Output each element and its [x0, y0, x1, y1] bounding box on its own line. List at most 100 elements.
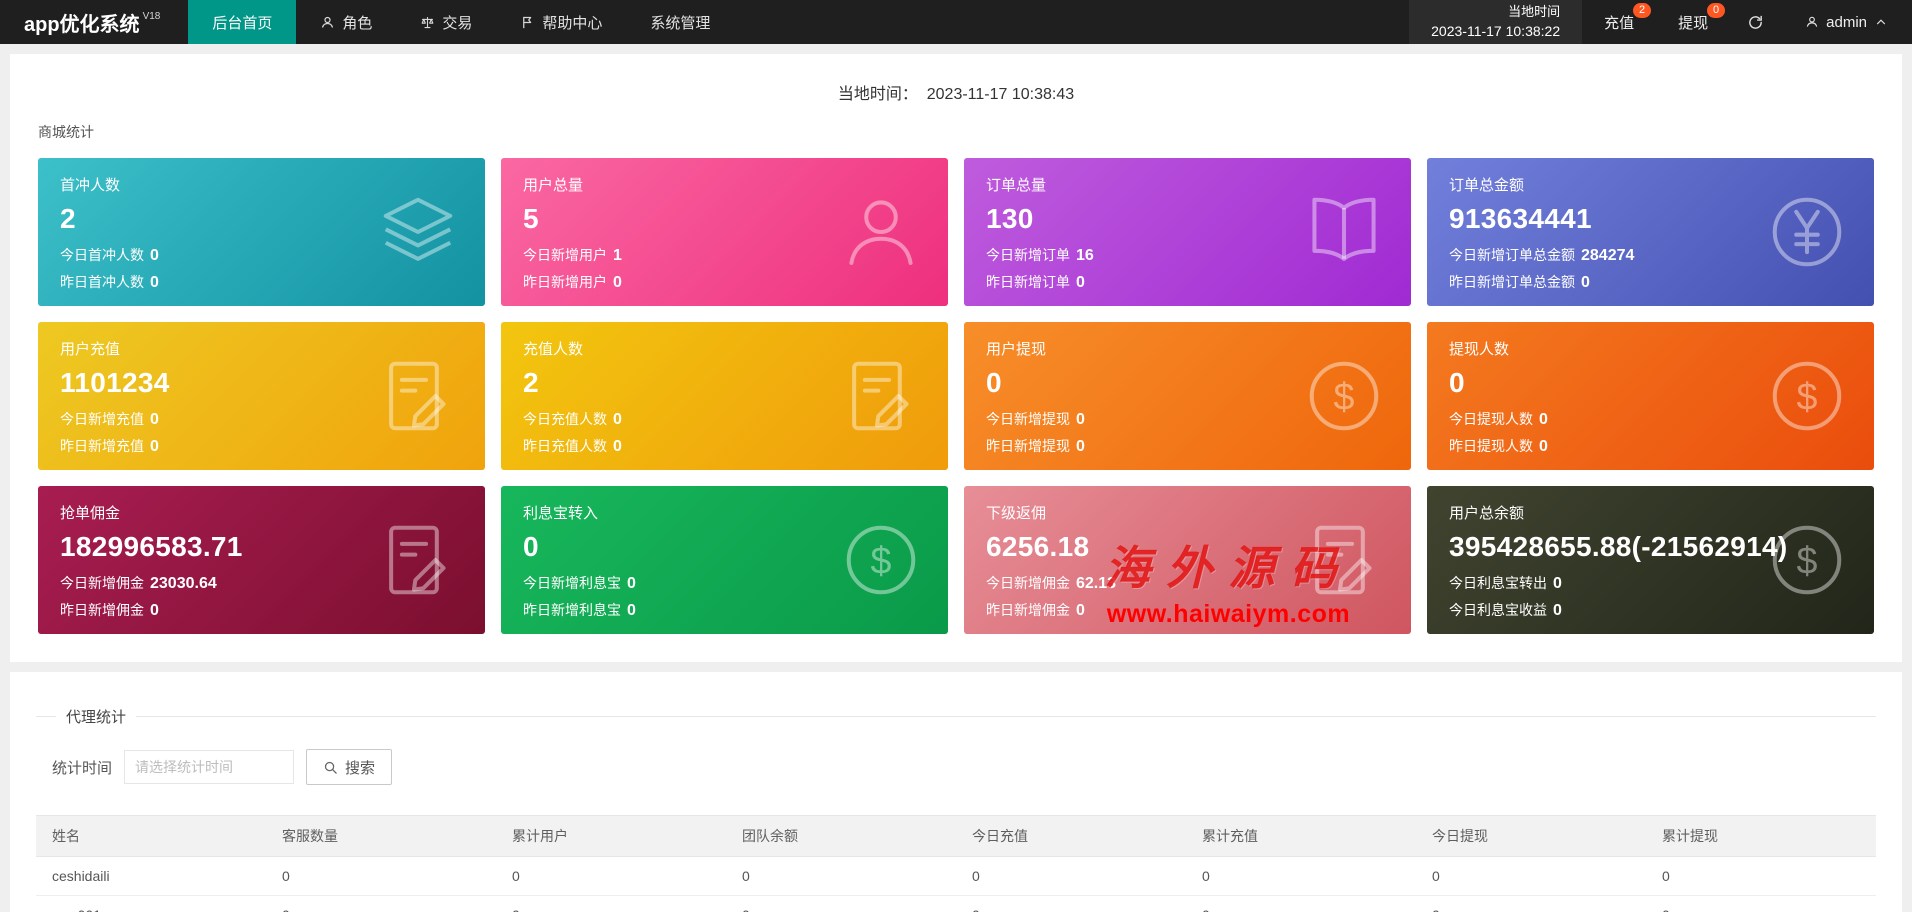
edit-icon [375, 517, 461, 603]
stat-time-label: 统计时间 [52, 759, 113, 777]
layers-icon [375, 189, 461, 275]
table-cell: 0 [1646, 895, 1876, 912]
page-time-label: 当地时间： [837, 86, 918, 103]
stat-time-input[interactable] [124, 750, 295, 784]
stats-grid: 首冲人数 2 今日首冲人数 0 昨日首冲人数 0 用户总量 5 今日新增用户 1 昨日新增用户 0 订单… [10, 142, 1902, 634]
search-button[interactable]: 搜索 [306, 749, 393, 785]
edit-icon [1301, 517, 1387, 603]
nav-item-帮助中心[interactable]: 帮助中心 [496, 0, 626, 44]
page-time-value: 2023-11-17 10:38:43 [926, 86, 1075, 103]
search-label: 搜索 [345, 759, 376, 777]
user-menu[interactable]: admin [1781, 0, 1912, 44]
chevron-up-icon [1876, 19, 1886, 25]
app-logo: app优化系统 V18 [0, 0, 188, 44]
stat-card: 利息宝转入 0 今日新增利息宝 0 昨日新增利息宝 0 $ [501, 486, 948, 634]
table-header-cell: 今日提现 [1416, 815, 1646, 857]
agent-fieldset: 代理统计 [36, 706, 1876, 727]
dollar-icon: $ [1764, 517, 1850, 603]
table-cell: 0 [956, 856, 1186, 896]
stats-panel: 当地时间： 2023-11-17 10:38:43 商城统计 首冲人数 2 今日首冲… [10, 54, 1902, 662]
refresh-button[interactable] [1730, 0, 1781, 44]
table-cell: 0 [726, 895, 956, 912]
table-cell: 0 [266, 895, 496, 912]
table-cell: 0 [1416, 856, 1646, 896]
stat-card: 订单总量 130 今日新增订单 16 昨日新增订单 0 [964, 158, 1411, 306]
agent-table: 姓名 客服数量 累计用户 团队余额 今日充值 累计充值 今日提现 累计提现 ceshidail… [36, 815, 1876, 912]
table-cell: 0 [1186, 856, 1416, 896]
book-icon [1301, 189, 1387, 275]
stat-card: 抢单佣金 182996583.71 今日新增佣金 23030.64 昨日新增佣金 0 [38, 486, 485, 634]
local-time-value: 2023-11-17 10:38:22 [1431, 23, 1561, 40]
nav-item-label: 系统管理 [650, 14, 711, 32]
withdraw-label: 提现 [1678, 14, 1709, 32]
svg-text:$: $ [1797, 539, 1818, 581]
table-header-cell: 今日充值 [956, 815, 1186, 857]
table-cell: 0 [496, 856, 726, 896]
app-title: app优化系统 [24, 13, 140, 36]
table-row: ceshidaili 0 0 0 0 0 0 0 [36, 856, 1876, 896]
agent-filter-form: 统计时间 搜索 [52, 749, 1902, 785]
table-header-cell: 团队余额 [726, 815, 956, 857]
recharge-button[interactable]: 充值 2 [1582, 0, 1656, 44]
svg-text:$: $ [871, 539, 892, 581]
user-icon [320, 15, 335, 30]
table-header-cell: 累计提现 [1646, 815, 1876, 857]
top-navbar: app优化系统 V18 后台首页 角色 交易 帮助中心 系统管理 当地时间 2023-11… [0, 0, 1912, 44]
yen-icon [1764, 189, 1850, 275]
stat-card: 提现人数 0 今日提现人数 0 昨日提现人数 0 $ [1427, 322, 1874, 470]
table-header-cell: 累计用户 [496, 815, 726, 857]
table-cell: 0 [1186, 895, 1416, 912]
table-body: ceshidaili0000000qwe0010000000 [36, 856, 1876, 912]
table-cell: 0 [1646, 856, 1876, 896]
table-header-row: 姓名 客服数量 累计用户 团队余额 今日充值 累计充值 今日提现 累计提现 [36, 815, 1876, 857]
app-version: V18 [142, 10, 161, 22]
table-cell: 0 [956, 895, 1186, 912]
dollar-icon: $ [1764, 353, 1850, 439]
agent-panel: 代理统计 统计时间 搜索 姓名客服数量累计用户团队余额今日充值累计充值今日提现累… [10, 672, 1902, 912]
stat-card: 用户充值 1101234 今日新增充值 0 昨日新增充值 0 [38, 322, 485, 470]
recharge-badge: 2 [1633, 3, 1652, 18]
edit-icon [838, 353, 924, 439]
stat-card: 充值人数 2 今日充值人数 0 昨日充值人数 0 [501, 322, 948, 470]
dollar-icon: $ [1301, 353, 1387, 439]
username: admin [1826, 13, 1867, 31]
stat-card: 用户总余额 395428655.88(-21562914) 今日利息宝转出 0 今日利息… [1427, 486, 1874, 634]
table-cell: qwe001 [36, 895, 266, 912]
table-row: qwe0010000000 [36, 895, 1876, 912]
user-icon [838, 189, 924, 275]
recharge-label: 充值 [1604, 14, 1635, 32]
search-icon [324, 761, 337, 774]
table-header-cell: 累计充值 [1186, 815, 1416, 857]
dollar-icon: $ [838, 517, 924, 603]
user-icon [1806, 16, 1818, 27]
table-cell: 0 [726, 856, 956, 896]
svg-text:$: $ [1797, 375, 1818, 417]
stat-card: 下级返佣 6256.18 今日新增佣金 62.13 昨日新增佣金 0 [964, 486, 1411, 634]
withdraw-button[interactable]: 提现 0 [1656, 0, 1730, 44]
table-header-cell: 客服数量 [266, 815, 496, 857]
flag-icon [520, 15, 535, 30]
page: app优化系统 V18 后台首页 角色 交易 帮助中心 系统管理 当地时间 2023-11… [0, 0, 1912, 912]
agent-legend: 代理统计 [56, 706, 137, 727]
scale-icon [420, 15, 435, 30]
nav-item-角色[interactable]: 角色 [296, 0, 396, 44]
nav-item-label: 角色 [342, 14, 373, 32]
table-cell: 0 [266, 856, 496, 896]
stat-card: 用户提现 0 今日新增提现 0 昨日新增提现 0 $ [964, 322, 1411, 470]
nav-item-交易[interactable]: 交易 [396, 0, 496, 44]
nav-item-后台首页[interactable]: 后台首页 [188, 0, 297, 44]
table-cell: 0 [496, 895, 726, 912]
stat-card: 首冲人数 2 今日首冲人数 0 昨日首冲人数 0 [38, 158, 485, 306]
nav-right: 当地时间 2023-11-17 10:38:22 充值 2 提现 0 admin [1409, 0, 1912, 44]
edit-icon [375, 353, 461, 439]
nav-item-label: 后台首页 [212, 14, 273, 32]
local-time-label: 当地时间 [1508, 3, 1561, 19]
table-cell: 0 [1416, 895, 1646, 912]
svg-text:$: $ [1334, 375, 1355, 417]
nav-menu: 后台首页 角色 交易 帮助中心 系统管理 [188, 0, 734, 44]
nav-item-系统管理[interactable]: 系统管理 [626, 0, 734, 44]
local-time-block: 当地时间 2023-11-17 10:38:22 [1409, 0, 1583, 44]
withdraw-badge: 0 [1707, 3, 1726, 18]
stat-card: 订单总金额 913634441 今日新增订单总金额 284274 昨日新增订单总金额 0 [1427, 158, 1874, 306]
refresh-icon [1749, 15, 1763, 29]
